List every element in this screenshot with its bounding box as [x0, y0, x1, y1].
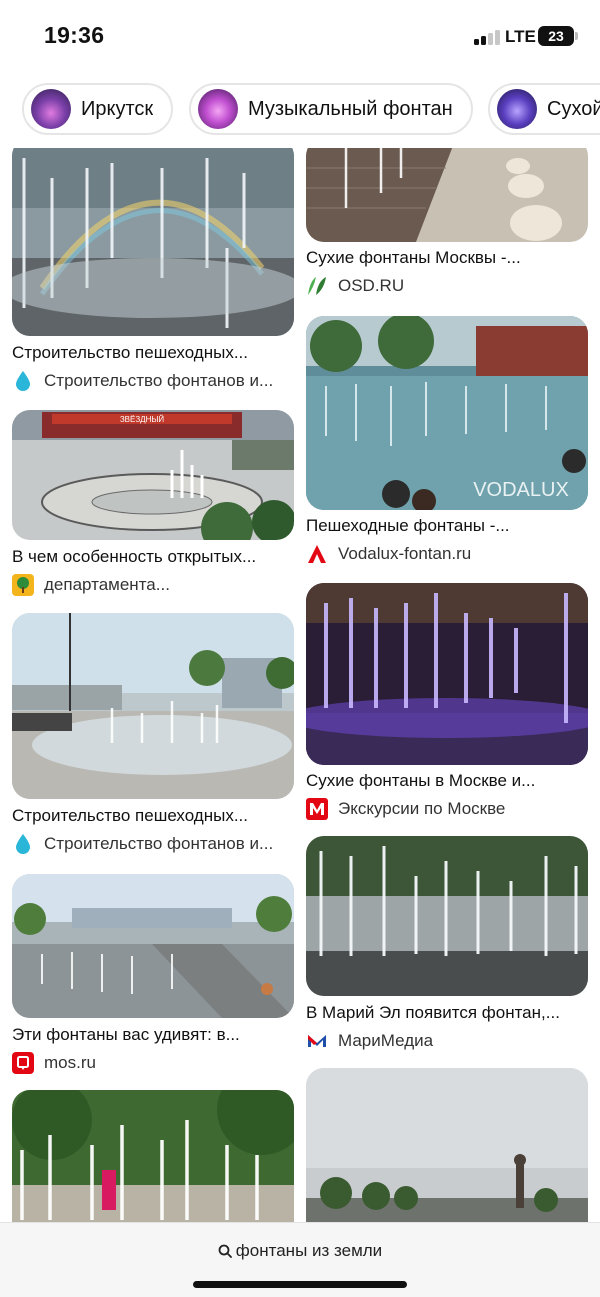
result-source[interactable]: OSD.RU	[306, 275, 588, 297]
tree-icon	[12, 574, 34, 596]
status-bar: 19:36 LTE 23	[0, 0, 600, 70]
battery-cap	[575, 32, 578, 40]
bottom-search-bar: фонтаны из земли	[0, 1222, 600, 1297]
search-query-text: фонтаны из земли	[235, 1241, 383, 1260]
result-source[interactable]: Vodalux-fontan.ru	[306, 543, 588, 565]
water-drop-icon	[12, 833, 34, 855]
status-time: 19:36	[44, 22, 105, 48]
result-source[interactable]: департамента...	[12, 574, 294, 596]
result-image[interactable]: ЗВЁЗДНЫЙ	[12, 410, 294, 540]
result-image[interactable]	[306, 148, 588, 242]
cellular-signal-icon	[474, 29, 500, 45]
result-image[interactable]: VODALUX	[306, 316, 588, 510]
marimedia-logo-icon	[306, 1030, 328, 1052]
chip-label: Сухой	[547, 97, 600, 120]
metro-m-icon	[306, 798, 328, 820]
chip-dry-fountain[interactable]: Сухой	[488, 83, 600, 135]
image-results-feed: Строительство пешеходных... Строительств…	[0, 148, 600, 1223]
battery-icon: 23	[538, 26, 574, 46]
result-title[interactable]: Эти фонтаны вас удивят: в...	[12, 1025, 294, 1045]
chip-label: Музыкальный фонтан	[248, 97, 453, 120]
network-type: LTE	[505, 27, 536, 46]
result-source-label: Строительство фонтанов и...	[44, 834, 274, 853]
result-source-label: Строительство фонтанов и...	[44, 371, 274, 390]
result-image[interactable]	[12, 148, 294, 336]
result-image[interactable]	[12, 1090, 294, 1223]
result-source-label: департамента...	[44, 575, 170, 594]
result-title[interactable]: Сухие фонтаны Москвы -...	[306, 248, 588, 268]
result-title[interactable]: Строительство пешеходных...	[12, 343, 294, 363]
result-image[interactable]	[306, 1068, 588, 1223]
home-indicator[interactable]	[193, 1281, 407, 1288]
vodalux-watermark: VODALUX	[473, 479, 569, 501]
result-title[interactable]: В Марий Эл появится фонтан,...	[306, 1003, 588, 1023]
vodalux-logo-icon	[306, 543, 328, 565]
search-query-pill[interactable]: фонтаны из земли	[0, 1241, 600, 1263]
result-title[interactable]: В чем особенность открытых...	[12, 547, 294, 567]
result-source[interactable]: Строительство фонтанов и...	[12, 370, 294, 392]
chip-thumbnail	[497, 89, 537, 129]
water-drop-icon	[12, 370, 34, 392]
result-source-label: mos.ru	[44, 1053, 96, 1072]
chip-label: Иркутск	[81, 97, 154, 120]
result-source-label: Экскурсии по Москве	[338, 799, 506, 818]
mos-ru-icon	[12, 1052, 34, 1074]
result-title[interactable]: Строительство пешеходных...	[12, 806, 294, 826]
result-title[interactable]: Сухие фонтаны в Москве и...	[306, 771, 588, 791]
chip-irkutsk[interactable]: Иркутск	[22, 83, 174, 135]
result-title[interactable]: Пешеходные фонтаны -...	[306, 516, 588, 536]
chip-thumbnail	[198, 89, 238, 129]
result-image[interactable]	[12, 613, 294, 799]
chip-musical-fountain[interactable]: Музыкальный фонтан	[189, 83, 473, 135]
result-source-label: OSD.RU	[338, 276, 405, 295]
result-source-label: Vodalux-fontan.ru	[338, 544, 472, 563]
chip-thumbnail	[31, 89, 71, 129]
osd-leaf-icon	[306, 275, 328, 297]
result-image[interactable]	[12, 874, 294, 1018]
result-image[interactable]	[306, 583, 588, 765]
related-searches-bar: Иркутск Музыкальный фонтан Сухой	[0, 70, 600, 148]
result-source-label: МариМедиа	[338, 1031, 434, 1050]
result-source[interactable]: Экскурсии по Москве	[306, 798, 588, 820]
search-icon	[218, 1243, 232, 1263]
building-sign: ЗВЁЗДНЫЙ	[120, 415, 165, 424]
result-source[interactable]: mos.ru	[12, 1052, 294, 1074]
result-source[interactable]: Строительство фонтанов и...	[12, 833, 294, 855]
result-image[interactable]	[306, 836, 588, 996]
result-source[interactable]: МариМедиа	[306, 1030, 588, 1052]
